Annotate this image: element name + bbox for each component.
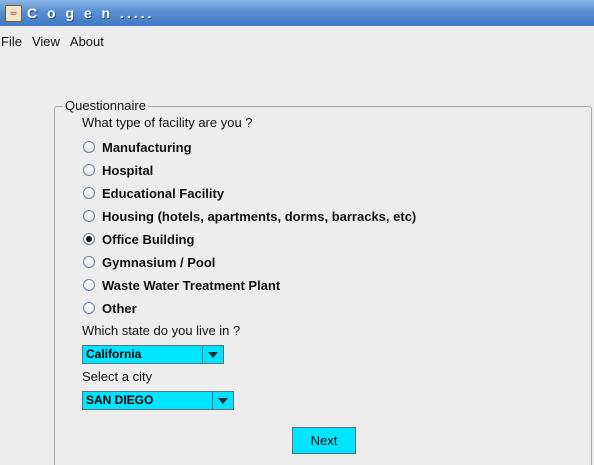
java-cup-icon: ☕ xyxy=(5,4,22,22)
chevron-down-icon[interactable] xyxy=(212,392,233,409)
window-title: C o g e n ..... xyxy=(27,5,155,21)
facility-question: What type of facility are you ? xyxy=(82,115,253,130)
radio-educational-facility[interactable]: Educational Facility xyxy=(83,183,224,203)
radio-label: Manufacturing xyxy=(102,139,192,155)
city-question: Select a city xyxy=(82,369,153,384)
radio-other[interactable]: Other xyxy=(83,298,137,318)
radio-housing[interactable]: Housing (hotels, apartments, dorms, barr… xyxy=(83,206,416,226)
title-bar[interactable]: ☕ C o g e n ..... xyxy=(0,0,594,26)
state-question: Which state do you live in ? xyxy=(82,323,241,338)
radio-label: Office Building xyxy=(102,231,195,247)
radio-button-icon[interactable] xyxy=(83,256,95,268)
state-dropdown-value: California xyxy=(86,347,142,361)
radio-button-icon[interactable] xyxy=(83,141,95,153)
radio-button-icon[interactable] xyxy=(83,164,95,176)
chevron-down-icon[interactable] xyxy=(202,346,223,363)
app-window: ☕ C o g e n ..... File View About Questi… xyxy=(0,0,594,465)
radio-office-building[interactable]: Office Building xyxy=(83,229,194,249)
content-panel: Questionnaire What type of facility are … xyxy=(0,58,594,465)
radio-label: Gymnasium / Pool xyxy=(102,254,216,270)
state-dropdown[interactable]: California xyxy=(82,345,224,364)
radio-label: Hospital xyxy=(102,162,154,178)
radio-button-icon[interactable] xyxy=(83,210,95,222)
radio-hospital[interactable]: Hospital xyxy=(83,160,153,180)
city-dropdown[interactable]: SAN DIEGO xyxy=(82,391,234,410)
menu-view[interactable]: View xyxy=(27,26,65,58)
radio-gymnasium-pool[interactable]: Gymnasium / Pool xyxy=(83,252,215,272)
radio-label: Other xyxy=(102,300,137,316)
menu-about[interactable]: About xyxy=(65,26,109,58)
menu-file[interactable]: File xyxy=(0,26,27,58)
radio-button-icon[interactable] xyxy=(83,302,95,314)
radio-button-icon[interactable] xyxy=(83,279,95,291)
radio-manufacturing[interactable]: Manufacturing xyxy=(83,137,192,157)
radio-label: Waste Water Treatment Plant xyxy=(102,277,281,293)
radio-label: Housing (hotels, apartments, dorms, barr… xyxy=(102,208,417,224)
menu-bar: File View About xyxy=(0,26,594,58)
radio-button-icon[interactable] xyxy=(83,187,95,199)
radio-waste-water-plant[interactable]: Waste Water Treatment Plant xyxy=(83,275,280,295)
questionnaire-group: Questionnaire What type of facility are … xyxy=(54,98,592,465)
radio-label: Educational Facility xyxy=(102,185,225,201)
city-dropdown-value: SAN DIEGO xyxy=(86,393,154,407)
questionnaire-title: Questionnaire xyxy=(63,98,148,113)
next-button[interactable]: Next xyxy=(292,427,356,454)
radio-button-checked-icon[interactable] xyxy=(83,233,95,245)
